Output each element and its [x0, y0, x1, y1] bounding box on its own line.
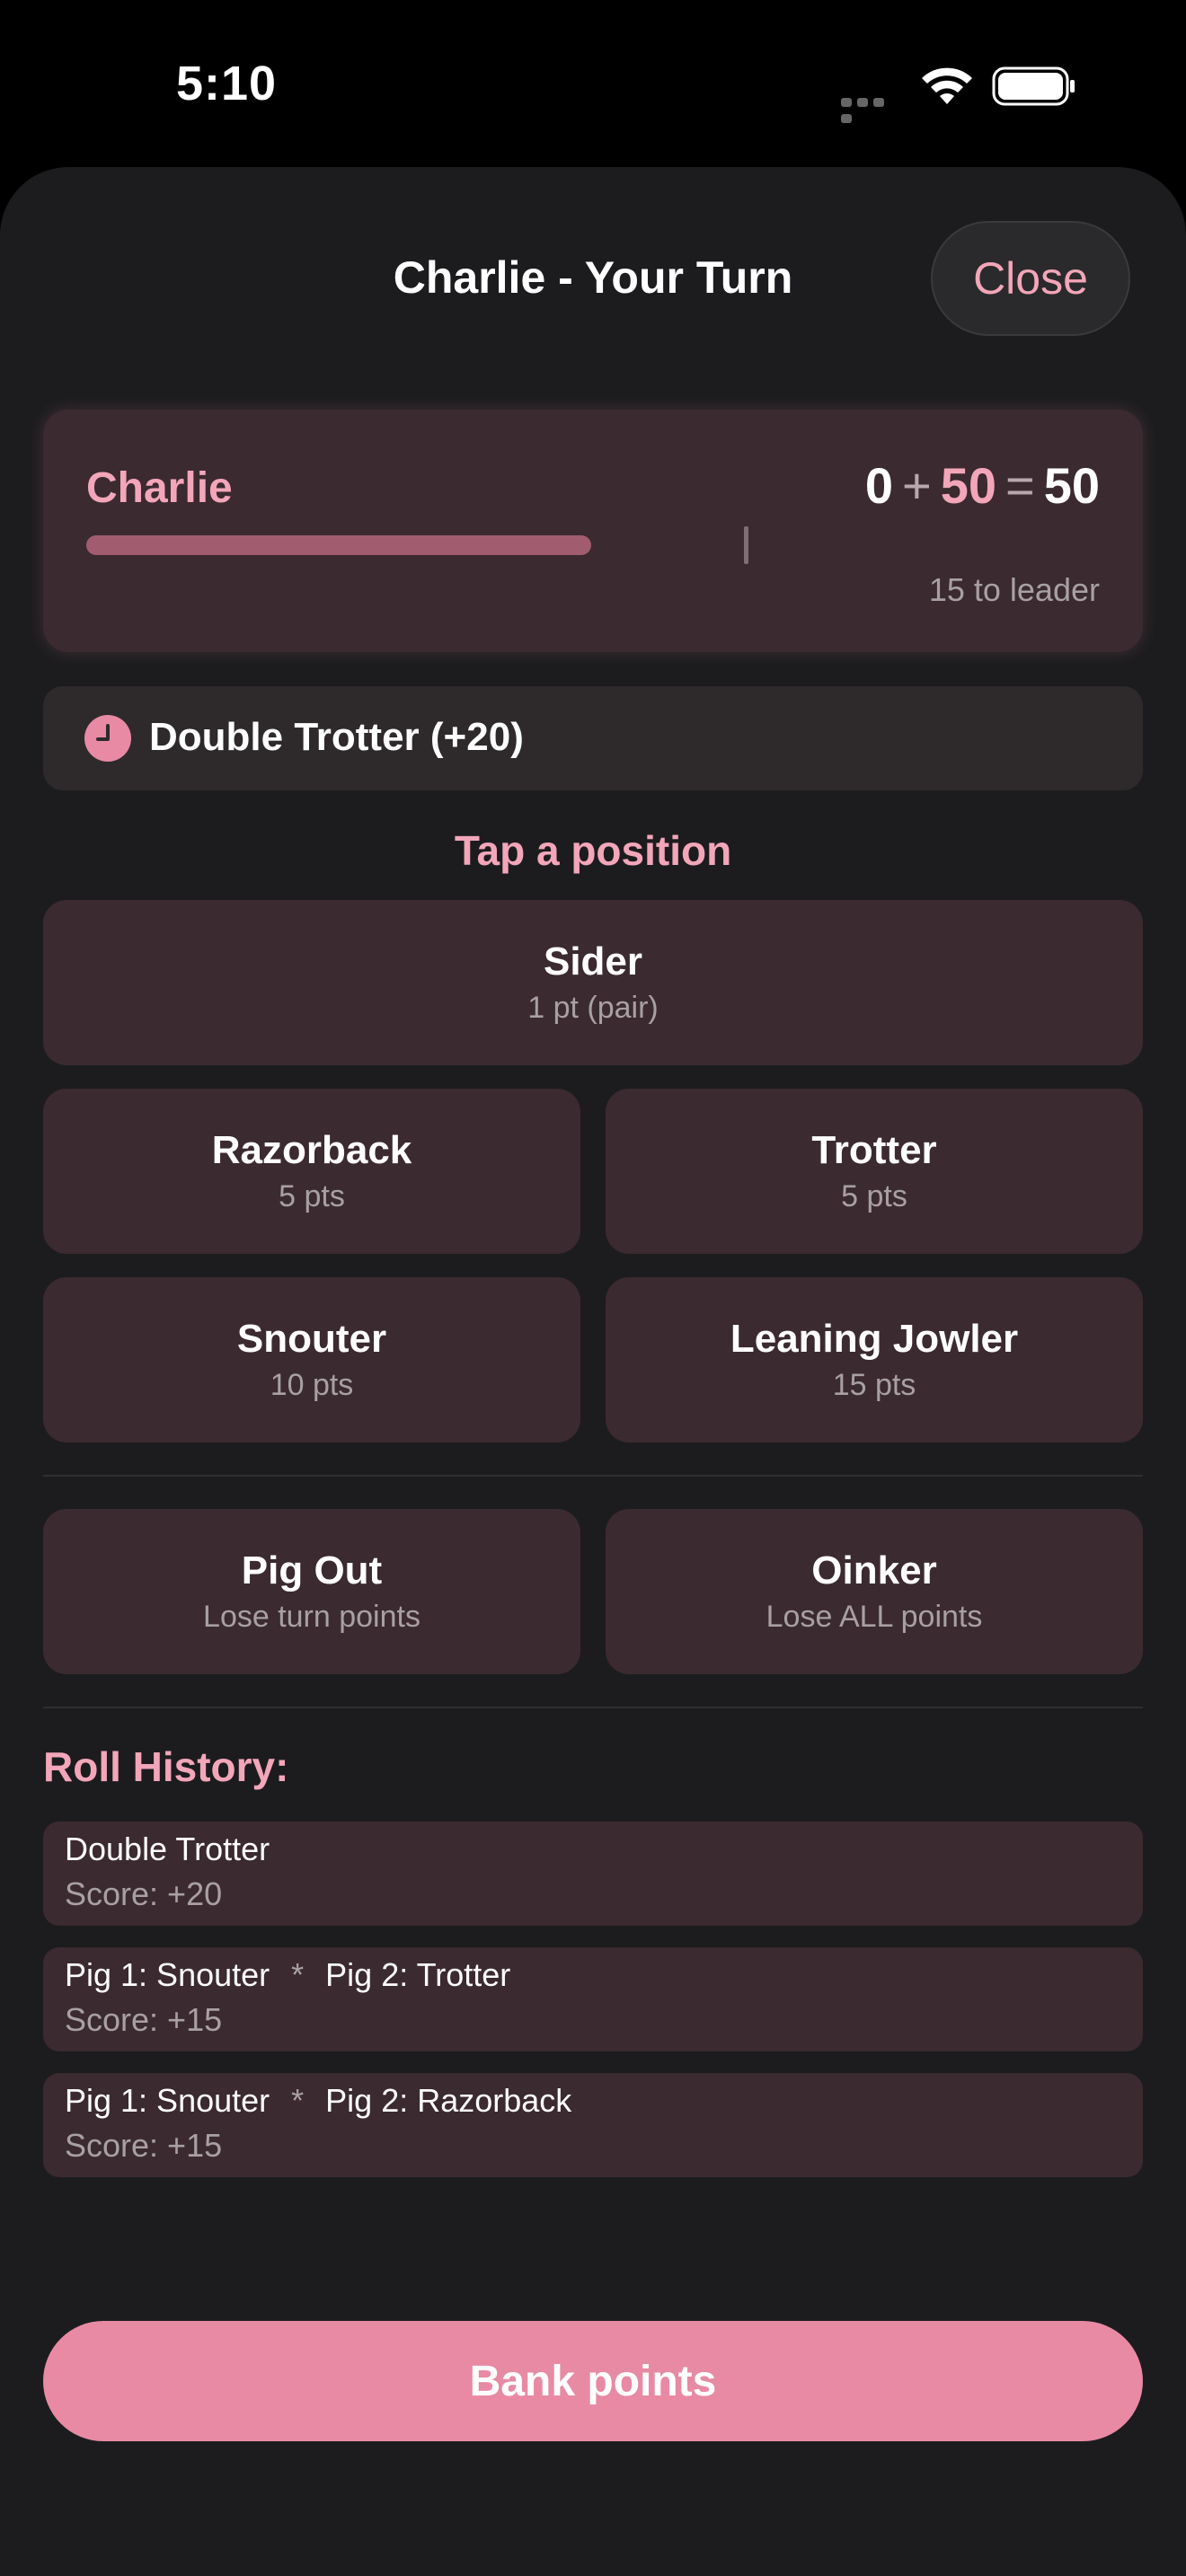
divider — [43, 1707, 1143, 1708]
penalty-desc: Lose ALL points — [766, 1600, 983, 1634]
position-button-snouter[interactable]: Snouter 10 pts — [43, 1277, 580, 1442]
history-item: Pig 1: Snouter * Pig 2: Razorback Score: +… — [43, 2073, 1143, 2177]
history-roll-pig1: Pig 1: Snouter — [65, 1956, 270, 1993]
position-name: Sider — [543, 940, 643, 984]
penalty-desc: Lose turn points — [203, 1600, 420, 1634]
position-button-leaning-jowler[interactable]: Leaning Jowler 15 pts — [606, 1277, 1143, 1442]
banked-score: 0 — [864, 457, 893, 514]
status-bar: 5:10 — [0, 0, 1186, 167]
total-score: 50 — [1043, 457, 1100, 514]
leader-marker — [744, 526, 748, 564]
history-roll-pig2: Pig 2: Razorback — [325, 2082, 572, 2119]
bank-points-button[interactable]: Bank points — [43, 2321, 1143, 2441]
bonus-banner: Double Trotter (+20) — [43, 686, 1143, 790]
battery-icon — [992, 66, 1075, 106]
oinker-button[interactable]: Oinker Lose ALL points — [606, 1509, 1143, 1674]
position-points: 10 pts — [270, 1368, 354, 1402]
history-roll-pig1: Pig 1: Snouter — [65, 2082, 270, 2119]
bonus-text: Double Trotter (+20) — [149, 715, 524, 759]
cellular-dots-icon — [841, 95, 900, 123]
history-roll: Double Trotter — [65, 1831, 270, 1868]
score-equation: 0 +50 = 50 — [865, 456, 1100, 515]
wifi-icon — [922, 67, 972, 104]
penalty-name: Oinker — [811, 1548, 937, 1592]
roll-history-title: Roll History: — [43, 1743, 289, 1790]
position-points: 15 pts — [832, 1368, 916, 1402]
history-roll: Pig 1: Snouter * Pig 2: Trotter — [65, 1956, 510, 1994]
player-name: Charlie — [86, 464, 233, 512]
to-leader-text: 15 to leader — [928, 571, 1100, 608]
turn-score: 50 — [940, 457, 996, 514]
position-points: 5 pts — [279, 1179, 345, 1213]
progress-bar — [86, 535, 591, 555]
equals-sign: = — [1005, 457, 1035, 514]
position-button-sider[interactable]: Sider 1 pt (pair) — [43, 900, 1143, 1065]
position-name: Leaning Jowler — [730, 1317, 1019, 1361]
history-separator: * — [291, 1956, 305, 1993]
position-points: 1 pt (pair) — [527, 991, 659, 1025]
position-points: 5 pts — [841, 1179, 907, 1213]
position-button-razorback[interactable]: Razorback 5 pts — [43, 1089, 580, 1254]
history-item: Pig 1: Snouter * Pig 2: Trotter Score: +15 — [43, 1947, 1143, 2051]
tap-position-label: Tap a position — [454, 827, 732, 874]
history-score: Score: +20 — [65, 1875, 223, 1912]
divider — [43, 1475, 1143, 1477]
plus-sign: + — [902, 457, 932, 514]
history-roll: Pig 1: Snouter * Pig 2: Razorback — [65, 2082, 571, 2120]
close-button[interactable]: Close — [931, 221, 1130, 336]
player-score-card: Charlie 0 +50 = 50 15 to leader — [43, 410, 1143, 652]
history-separator: * — [291, 2082, 305, 2119]
position-button-trotter[interactable]: Trotter 5 pts — [606, 1089, 1143, 1254]
position-name: Razorback — [211, 1128, 412, 1172]
history-roll-pig2: Pig 2: Trotter — [325, 1956, 511, 1993]
penalty-name: Pig Out — [241, 1548, 383, 1592]
position-name: Snouter — [236, 1317, 387, 1361]
position-name: Trotter — [811, 1128, 937, 1172]
history-roll-pig1: Double Trotter — [65, 1831, 270, 1867]
clock-icon — [84, 715, 131, 762]
status-time: 5:10 — [176, 57, 278, 110]
pig-out-button[interactable]: Pig Out Lose turn points — [43, 1509, 580, 1674]
history-score: Score: +15 — [65, 2001, 223, 2038]
history-item: Double Trotter Score: +20 — [43, 1822, 1143, 1926]
history-score: Score: +15 — [65, 2127, 223, 2164]
